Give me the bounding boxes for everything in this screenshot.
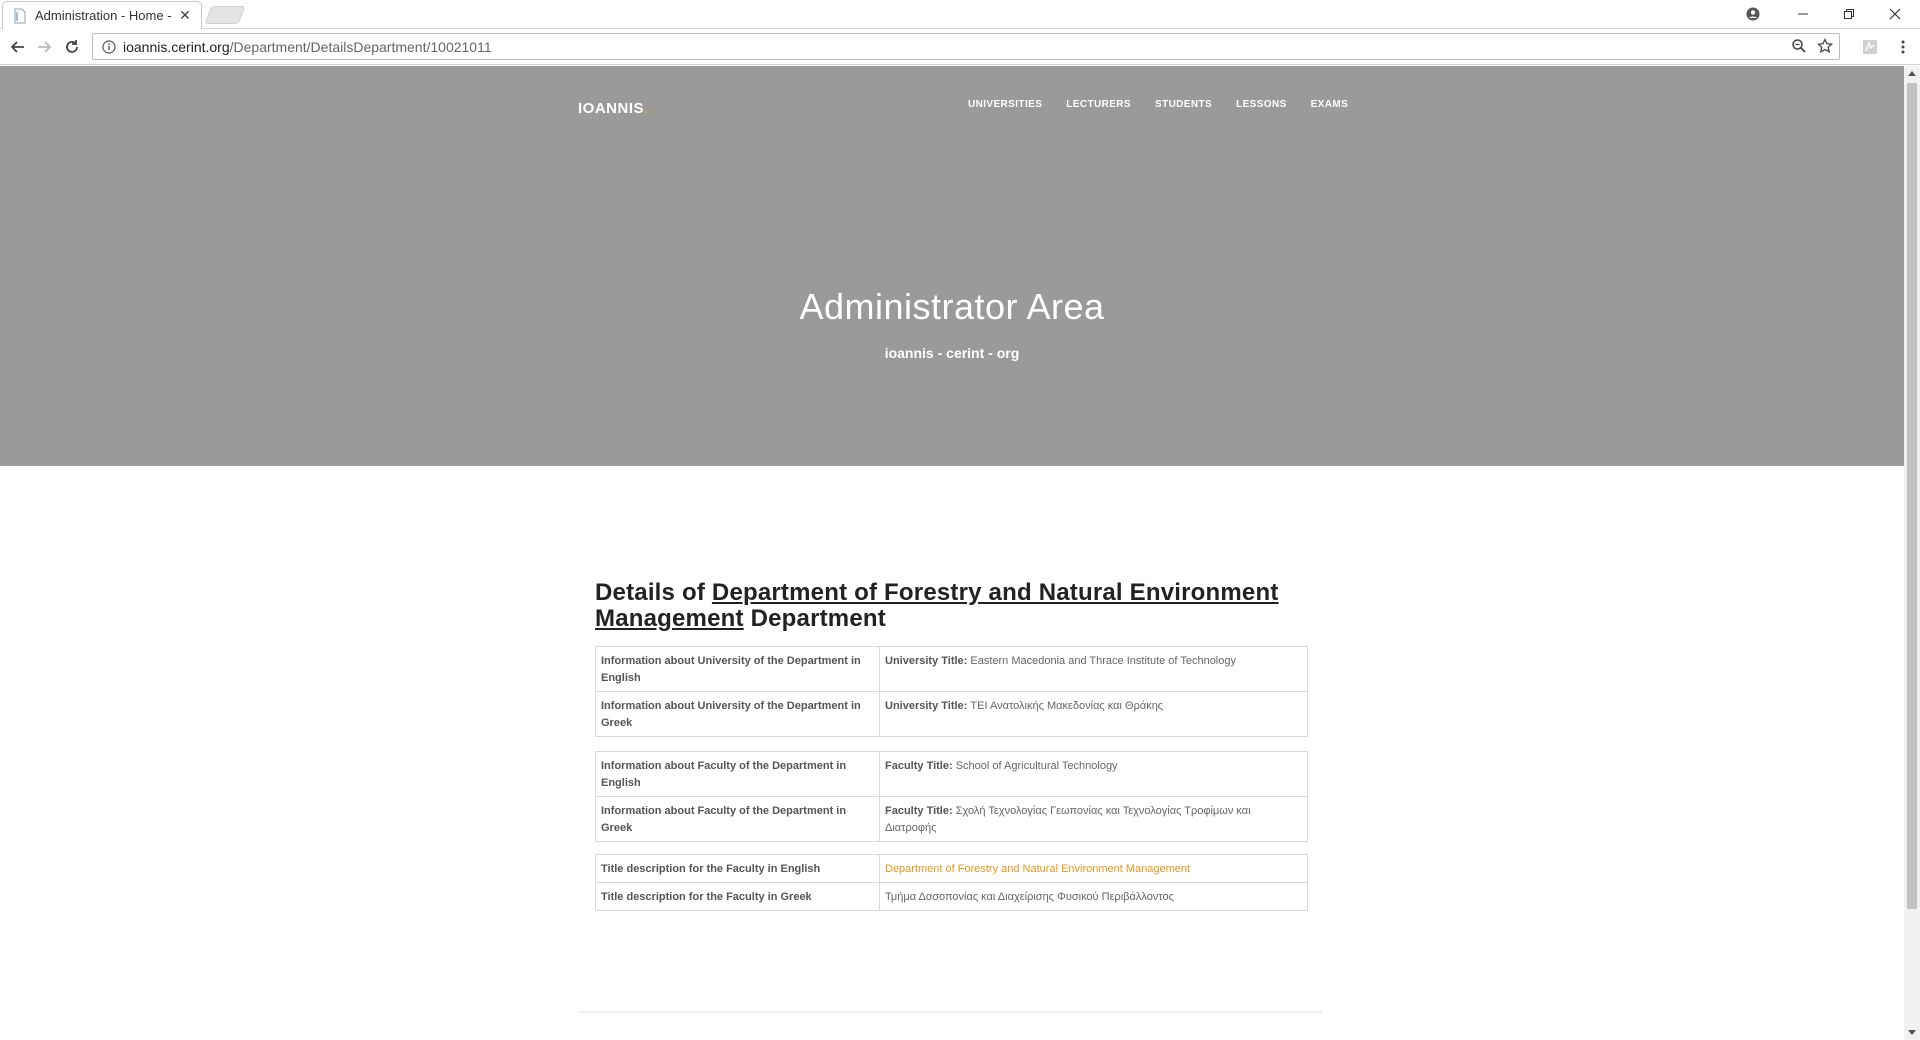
hero-subtitle: ioannis - cerint - org bbox=[884, 345, 1020, 361]
row-label: Information about Faculty of the Departm… bbox=[595, 751, 880, 797]
details-section: Details of Department of Forestry and Na… bbox=[595, 580, 1308, 911]
page-scrollbar[interactable] bbox=[1904, 66, 1920, 1040]
row-label: Title description for the Faculty in Gre… bbox=[595, 882, 880, 911]
nav-lessons[interactable]: LESSONS bbox=[1236, 99, 1287, 110]
browser-tab[interactable]: Administration - Home - ✕ bbox=[2, 1, 202, 29]
tab-title: Administration - Home - bbox=[35, 8, 172, 23]
browser-tab-strip: Administration - Home - ✕ bbox=[0, 0, 1920, 29]
row-label: Information about Faculty of the Departm… bbox=[595, 796, 880, 842]
nav-students[interactable]: STUDENTS bbox=[1155, 99, 1212, 110]
page-title: Details of Department of Forestry and Na… bbox=[595, 580, 1308, 632]
tab-close-icon[interactable]: ✕ bbox=[177, 7, 193, 24]
site-logo[interactable]: IOANNIS. bbox=[578, 100, 649, 117]
table-row: Information about University of the Depa… bbox=[595, 646, 1308, 692]
main-nav: UNIVERSITIES LECTURERS STUDENTS LESSONS … bbox=[968, 99, 1348, 110]
bookmark-star-icon[interactable] bbox=[1816, 37, 1834, 59]
value-text: School of Agricultural Technology bbox=[955, 760, 1118, 772]
reload-icon[interactable] bbox=[60, 35, 84, 59]
url-host: ioannis.cerint.org bbox=[123, 38, 230, 55]
url-text: ioannis.cerint.org/Department/DetailsDep… bbox=[123, 39, 492, 55]
row-label: Information about University of the Depa… bbox=[595, 691, 880, 737]
row-label: Information about University of the Depa… bbox=[595, 646, 880, 692]
zoom-icon[interactable] bbox=[1791, 38, 1807, 59]
brand-text: IOANNIS bbox=[578, 100, 645, 117]
site-info-icon[interactable] bbox=[101, 39, 117, 55]
new-tab-button[interactable] bbox=[204, 6, 246, 24]
title-prefix: Details of bbox=[595, 579, 706, 606]
value-text: ΤΕΙ Ανατολικής Μακεδονίας και Θράκης bbox=[970, 700, 1164, 712]
nav-universities[interactable]: UNIVERSITIES bbox=[968, 99, 1042, 110]
row-value: Faculty Title: School of Agricultural Te… bbox=[879, 751, 1308, 797]
back-arrow-icon[interactable] bbox=[6, 35, 30, 59]
department-title-link[interactable]: Department of Forestry and Natural Envir… bbox=[885, 863, 1190, 875]
page-favicon-icon bbox=[13, 8, 27, 24]
table-row: Information about Faculty of the Departm… bbox=[595, 796, 1308, 842]
table-row: Title description for the Faculty in Eng… bbox=[595, 854, 1308, 883]
value-text: Eastern Macedonia and Thrace Institute o… bbox=[970, 655, 1236, 667]
omnibox-actions bbox=[1791, 37, 1834, 59]
nav-exams[interactable]: EXAMS bbox=[1311, 99, 1349, 110]
section-divider bbox=[580, 1011, 1322, 1013]
table-row: Information about Faculty of the Departm… bbox=[595, 751, 1308, 797]
value-key: Faculty Title: bbox=[885, 805, 953, 817]
title-description-table: Title description for the Faculty in Eng… bbox=[595, 854, 1308, 911]
profile-icon[interactable] bbox=[1730, 0, 1776, 28]
brand-dot: . bbox=[644, 100, 649, 117]
forward-arrow-icon[interactable] bbox=[32, 35, 56, 59]
table-row: Information about University of the Depa… bbox=[595, 691, 1308, 737]
value-key: Faculty Title: bbox=[885, 760, 953, 772]
title-suffix: Department bbox=[750, 605, 886, 632]
extension-pdf-icon[interactable] bbox=[1860, 37, 1880, 57]
row-value: University Title: Eastern Macedonia and … bbox=[879, 646, 1308, 692]
row-value: Faculty Title: Σχολή Τεχνολογίας Γεωπονί… bbox=[879, 796, 1308, 842]
restore-icon[interactable] bbox=[1826, 0, 1872, 28]
address-bar[interactable]: ioannis.cerint.org/Department/DetailsDep… bbox=[92, 33, 1840, 60]
scroll-up-icon[interactable] bbox=[1908, 71, 1916, 76]
row-value: Τμήμα Δασοπονίας και Διαχείρισης Φυσικού… bbox=[879, 882, 1308, 911]
scroll-thumb[interactable] bbox=[1907, 83, 1917, 909]
row-label: Title description for the Faculty in Eng… bbox=[595, 854, 880, 883]
row-value: University Title: ΤΕΙ Ανατολικής Μακεδον… bbox=[879, 691, 1308, 737]
nav-lecturers[interactable]: LECTURERS bbox=[1066, 99, 1131, 110]
scroll-down-icon[interactable] bbox=[1908, 1030, 1916, 1035]
hero-title: Administrator Area bbox=[799, 286, 1105, 327]
url-path: /Department/DetailsDepartment/10021011 bbox=[229, 38, 492, 55]
close-window-icon[interactable] bbox=[1872, 0, 1918, 28]
value-key: University Title: bbox=[885, 700, 968, 712]
hero-header: IOANNIS. UNIVERSITIES LECTURERS STUDENTS… bbox=[0, 66, 1904, 466]
browser-toolbar: ioannis.cerint.org/Department/DetailsDep… bbox=[0, 29, 1920, 65]
table-row: Title description for the Faculty in Gre… bbox=[595, 882, 1308, 911]
university-table: Information about University of the Depa… bbox=[595, 646, 1308, 737]
value-key: University Title: bbox=[885, 655, 968, 667]
faculty-table: Information about Faculty of the Departm… bbox=[595, 751, 1308, 842]
page-viewport: IOANNIS. UNIVERSITIES LECTURERS STUDENTS… bbox=[0, 66, 1904, 1040]
row-value: Department of Forestry and Natural Envir… bbox=[879, 854, 1308, 883]
minimize-icon[interactable] bbox=[1780, 0, 1826, 28]
browser-menu-icon[interactable] bbox=[1893, 37, 1913, 57]
